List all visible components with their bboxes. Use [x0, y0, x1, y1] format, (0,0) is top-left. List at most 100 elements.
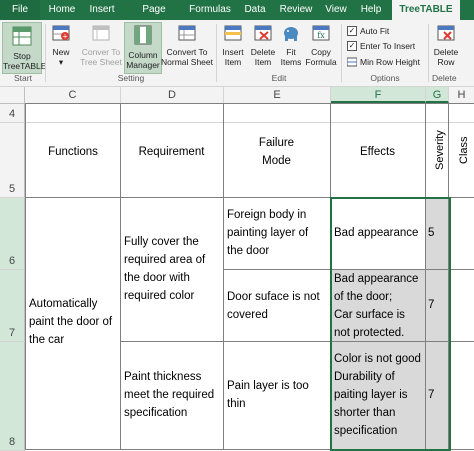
- tab-help[interactable]: Help: [356, 0, 386, 20]
- stop-treetable-icon: [12, 26, 32, 46]
- checkbox-checked-icon: ✓: [347, 40, 357, 51]
- effects-cell-3[interactable]: Color is not good Durability of paiting …: [331, 342, 426, 450]
- delete-row-button[interactable]: Delete Row: [432, 23, 460, 71]
- column-header-d[interactable]: D: [121, 87, 224, 103]
- fit-items-button[interactable]: Fit Items: [278, 23, 304, 71]
- column-header-c[interactable]: C: [25, 87, 121, 103]
- requirement-cell-2[interactable]: Paint thickness meet the required specif…: [121, 342, 224, 450]
- delete-row-label-line1: Delete: [433, 47, 459, 57]
- header-severity-cell[interactable]: Severity: [426, 103, 449, 198]
- severity-cell-2[interactable]: 7: [426, 270, 449, 342]
- column-header-g[interactable]: G: [426, 87, 449, 103]
- row-header-7[interactable]: 7: [0, 270, 25, 342]
- effects3-line3: paiting layer is: [334, 389, 408, 401]
- auto-fit-label: Auto Fit: [360, 26, 390, 36]
- function-line2: paint the door of: [29, 316, 113, 328]
- convert-normal-label-line2: Normal Sheet: [161, 57, 213, 67]
- min-row-height-icon: [346, 57, 358, 67]
- tab-formulas[interactable]: Formulas: [186, 0, 234, 20]
- column-header-h[interactable]: H: [449, 87, 474, 103]
- requirement2-line3: specification: [124, 407, 188, 419]
- auto-fit-checkbox[interactable]: ✓ Auto Fit: [347, 25, 389, 37]
- checkbox-checked-icon: ✓: [347, 25, 357, 36]
- severity-cell-1[interactable]: 5: [426, 198, 449, 270]
- copy-formula-label-line2: Formula: [305, 57, 337, 67]
- row-header-6[interactable]: 6: [0, 198, 25, 270]
- tab-treetable-pro[interactable]: TreeTABLE Pro: [392, 0, 460, 35]
- stop-label-line2: TreeTABLE: [3, 61, 47, 71]
- group-label-edit: Edit: [271, 73, 287, 83]
- header-requirement-cell[interactable]: Requirement: [121, 103, 224, 198]
- min-row-height-button[interactable]: Min Row Height: [346, 56, 420, 68]
- tab-file[interactable]: File: [0, 0, 40, 20]
- tab-page-layout[interactable]: Page Layout: [126, 0, 182, 35]
- row-header-5[interactable]: 5: [0, 123, 25, 198]
- effects-cell-2[interactable]: Bad appearance of the door; Car surface …: [331, 270, 426, 342]
- effects-cell-1[interactable]: Bad appearance: [331, 198, 426, 270]
- effects3-line2: Durability of: [334, 371, 395, 383]
- convert-normal-label-line1: Convert To: [166, 47, 208, 57]
- delete-item-button[interactable]: Delete Item: [248, 23, 278, 71]
- effects2-line3: Car surface is: [334, 309, 405, 321]
- header-failure-line2: Mode: [262, 155, 291, 167]
- failure2-line1: Door suface is not: [227, 291, 320, 303]
- convert-to-normal-sheet-button[interactable]: Convert To Normal Sheet: [160, 23, 214, 71]
- column-manager-icon: [134, 25, 152, 45]
- failure-mode-cell-3[interactable]: Pain layer is too thin: [224, 342, 331, 450]
- ribbon-separator: [216, 24, 217, 82]
- severity-value-1: 5: [428, 227, 435, 239]
- insert-item-button[interactable]: Insert Item: [218, 23, 248, 71]
- fit-items-label-line2: Items: [280, 57, 302, 67]
- new-table-icon: +: [52, 25, 70, 41]
- tab-home[interactable]: Home: [44, 0, 80, 20]
- stop-treetable-button[interactable]: Stop TreeTABLE: [2, 22, 47, 74]
- header-requirement: Requirement: [138, 146, 205, 158]
- enter-to-insert-checkbox[interactable]: ✓ Enter To Insert: [347, 40, 415, 52]
- tab-view[interactable]: View: [322, 0, 350, 20]
- requirement-cell-1[interactable]: Fully cover the required area of the doo…: [121, 198, 224, 342]
- tab-insert[interactable]: Insert: [84, 0, 120, 20]
- column-header-e[interactable]: E: [224, 87, 331, 103]
- delete-item-label-line1: Delete: [250, 47, 276, 57]
- convert-tree-label-line1: Conver To: [81, 47, 121, 57]
- header-functions-cell[interactable]: Functions: [25, 103, 121, 198]
- insert-item-icon: [224, 25, 242, 41]
- effects2-line1: Bad appearance: [334, 273, 419, 285]
- header-failure-mode-cell[interactable]: Failure Mode: [224, 103, 331, 198]
- severity-cell-3[interactable]: 7: [426, 342, 449, 450]
- group-label-setting: Setting: [117, 73, 145, 83]
- copy-formula-button[interactable]: fx Copy Formula: [304, 23, 338, 71]
- failure1-line2: painting layer of: [227, 227, 309, 239]
- header-class: Class: [458, 136, 470, 164]
- failure-mode-cell-2[interactable]: Door suface is not covered: [224, 270, 331, 342]
- row-number: 5: [8, 183, 16, 195]
- select-all-corner[interactable]: [0, 87, 25, 103]
- tab-review[interactable]: Review: [276, 0, 316, 20]
- failure-mode-cell-1[interactable]: Foreign body in painting layer of the do…: [224, 198, 331, 270]
- class-cell-2[interactable]: [449, 270, 474, 342]
- row-header-4[interactable]: 4: [0, 104, 25, 123]
- header-class-cell[interactable]: Class: [449, 103, 474, 198]
- failure3-line1: Pain layer is too: [227, 380, 309, 392]
- column-manager-button[interactable]: Column Manager: [124, 22, 162, 74]
- delete-item-label-line2: Item: [254, 57, 272, 67]
- delete-row-icon: [437, 25, 455, 41]
- header-effects: Effects: [360, 146, 395, 158]
- class-cell-3[interactable]: [449, 342, 474, 450]
- header-severity: Severity: [434, 130, 446, 170]
- convert-to-tree-sheet-button[interactable]: Conver To Tree Sheet: [78, 23, 124, 71]
- header-effects-cell[interactable]: Effects: [331, 103, 426, 198]
- failure3-line2: thin: [227, 398, 246, 410]
- ribbon-separator: [45, 24, 46, 82]
- tab-data[interactable]: Data: [240, 0, 270, 20]
- new-dropdown-arrow[interactable]: ▾: [48, 57, 74, 67]
- row-header-8[interactable]: 8: [0, 342, 25, 451]
- effects3-line4: shorter than: [334, 407, 396, 419]
- new-button[interactable]: + New ▾: [48, 23, 74, 71]
- column-manager-label-line2: Manager: [126, 60, 160, 70]
- function-cell[interactable]: Automatically paint the door of the car: [25, 198, 121, 450]
- svg-text:fx: fx: [317, 31, 325, 40]
- class-cell-1[interactable]: [449, 198, 474, 270]
- severity-value-3: 7: [428, 389, 435, 401]
- column-header-f[interactable]: F: [331, 87, 426, 103]
